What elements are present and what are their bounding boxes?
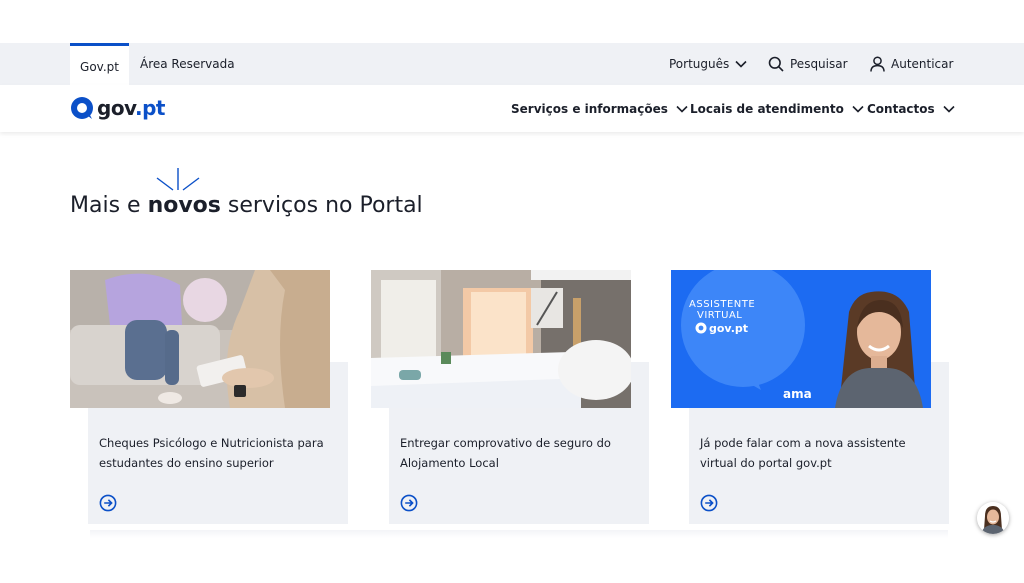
tab-gov-pt[interactable]: Gov.pt [70, 43, 129, 85]
chevron-down-icon [943, 105, 955, 113]
main-navigation: gov.pt Serviços e informações Locais de … [0, 85, 1024, 132]
nav-contactos[interactable]: Contactos [867, 85, 955, 132]
virtual-assistant-chat-button[interactable] [977, 502, 1009, 534]
cards-shadow-divider [90, 530, 948, 538]
nav-locais-atendimento[interactable]: Locais de atendimento [690, 85, 864, 132]
service-card-assistente-virtual[interactable]: ASSISTENTE VIRTUAL gov.pt ama Já pode fa… [671, 270, 949, 524]
banner-brand-ama: ama [783, 387, 812, 401]
login-button[interactable]: Autenticar [870, 43, 959, 85]
title-part-1: Mais e [70, 193, 148, 218]
chevron-down-icon [735, 60, 747, 68]
arrow-circle-right-icon[interactable] [400, 494, 418, 512]
card-text: Já pode falar com a nova assistente virt… [700, 436, 906, 470]
logo-text-gov: gov [97, 96, 135, 120]
card-image-assistant-banner: ASSISTENTE VIRTUAL gov.pt ama [671, 270, 931, 408]
card-text: Cheques Psicólogo e Nutricionista para e… [99, 436, 324, 470]
banner-text-assistente: ASSISTENTE [689, 299, 755, 310]
nav-servicos-informacoes[interactable]: Serviços e informações [511, 85, 688, 132]
chevron-down-icon [676, 105, 688, 113]
assistant-avatar-icon [977, 502, 1009, 534]
logo-wordmark: gov.pt [97, 96, 165, 120]
nav-label: Contactos [867, 101, 935, 116]
banner-text-virtual: VIRTUAL [697, 310, 742, 321]
page-title: Mais e novos serviços no Portal [70, 193, 423, 218]
gov-pt-logo[interactable]: gov.pt [70, 95, 165, 121]
login-label: Autenticar [891, 57, 954, 71]
arrow-circle-right-icon[interactable] [700, 494, 718, 512]
search-label: Pesquisar [790, 57, 848, 71]
service-card-psicologo[interactable]: Cheques Psicólogo e Nutricionista para e… [70, 270, 348, 524]
user-icon [870, 56, 885, 72]
language-label: Português [669, 57, 730, 71]
tab-area-reservada[interactable]: Área Reservada [140, 43, 235, 85]
sparkle-burst-icon [156, 168, 200, 191]
nav-label: Serviços e informações [511, 101, 668, 116]
card-image-bedroom [371, 270, 631, 408]
gov-logo-mark-icon [71, 97, 93, 119]
logo-text-pt: .pt [134, 96, 165, 120]
card-text: Entregar comprovativo de seguro do Aloja… [400, 436, 611, 470]
language-selector[interactable]: Português [663, 43, 747, 85]
title-bold-word: novos [147, 193, 221, 218]
top-utility-bar: Gov.pt Área Reservada Português Pesquisa… [0, 43, 1024, 85]
search-button[interactable]: Pesquisar [768, 43, 854, 85]
nav-label: Locais de atendimento [690, 101, 844, 116]
arrow-circle-right-icon[interactable] [99, 494, 117, 512]
service-card-alojamento[interactable]: Entregar comprovativo de seguro do Aloja… [371, 270, 649, 524]
search-icon [768, 56, 784, 72]
card-image-therapy [70, 270, 330, 408]
chevron-down-icon [852, 105, 864, 113]
banner-gov-logo: gov.pt [709, 322, 748, 335]
title-part-2: serviços no Portal [220, 193, 423, 218]
